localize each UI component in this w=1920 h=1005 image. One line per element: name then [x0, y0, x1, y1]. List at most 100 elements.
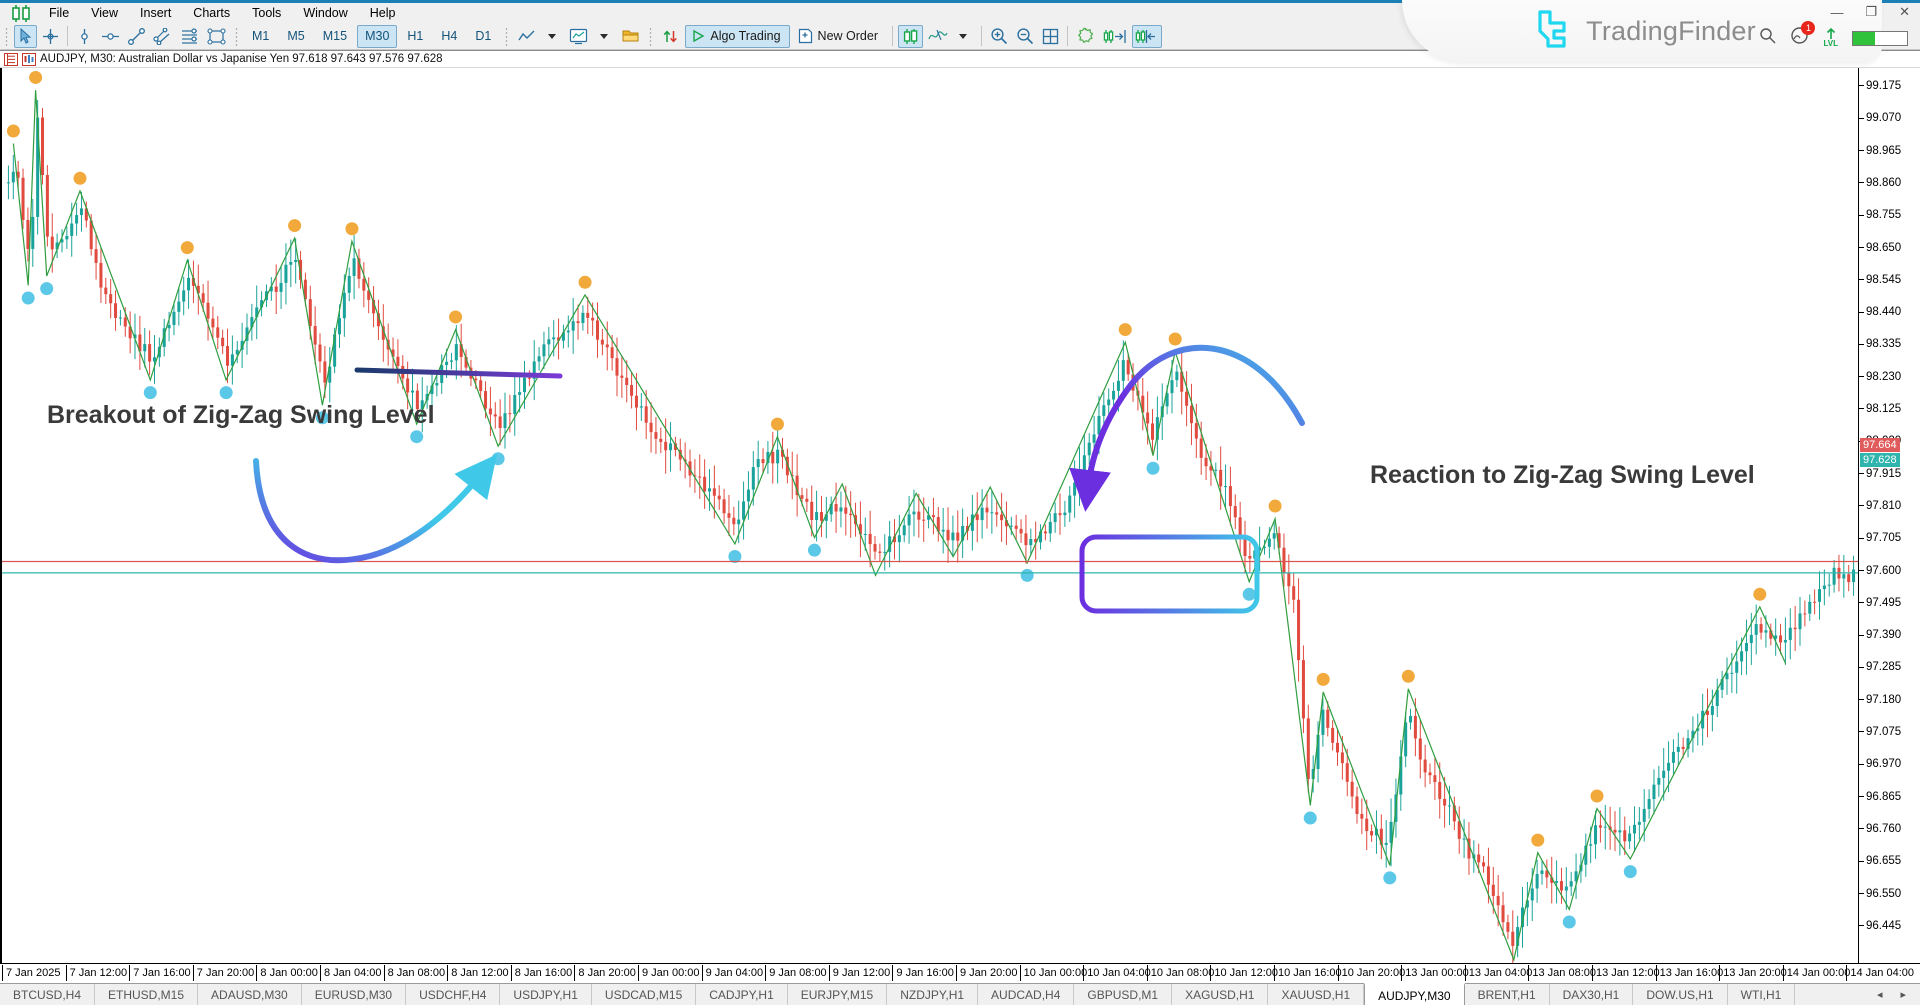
reaction-box — [1082, 537, 1257, 611]
chart-tab-dow-us-h1[interactable]: DOW.US,H1 — [1633, 984, 1727, 1005]
auto-scroll-button[interactable] — [1132, 25, 1162, 48]
algo-trading-button[interactable]: Algo Trading — [685, 25, 789, 48]
price-tick-label: 98.335 — [1866, 338, 1901, 350]
candlestick-chart-button[interactable] — [898, 25, 923, 48]
chart-tab-audcad-h4[interactable]: AUDCAD,H4 — [978, 984, 1074, 1005]
minimize-button[interactable]: — — [1830, 5, 1843, 20]
chart-tab-bar: BTCUSD,H4ETHUSD,M15ADAUSD,M30EURUSD,M30U… — [0, 983, 1920, 1005]
tab-scroll-left-button[interactable]: ◂ — [1877, 988, 1883, 1001]
time-tick: 13 Jan 12:00 — [1592, 965, 1660, 981]
chevron-down-icon — [600, 34, 608, 39]
trendline-tool[interactable] — [125, 25, 148, 48]
price-tick-label: 98.230 — [1866, 371, 1901, 383]
price-tick: 99.070 — [1859, 112, 1901, 124]
chart-tab-nzdjpy-h1[interactable]: NZDJPY,H1 — [887, 984, 978, 1005]
autotrading-arrows-button[interactable] — [658, 25, 683, 48]
cursor-tool[interactable] — [14, 25, 37, 48]
zigzag-high-pivot-dot — [1591, 789, 1604, 802]
price-tick-label: 96.970 — [1866, 758, 1901, 770]
timeframe-button-d1[interactable]: D1 — [467, 25, 499, 48]
chart-tab-cadjpy-h1[interactable]: CADJPY,H1 — [696, 984, 787, 1005]
timeframe-button-m1[interactable]: M1 — [244, 25, 277, 48]
chart-tab-dax30-h1[interactable]: DAX30,H1 — [1550, 984, 1634, 1005]
chart-tab-eurjpy-m15[interactable]: EURJPY,M15 — [788, 984, 887, 1005]
toolbar-grip-1[interactable] — [3, 26, 10, 47]
chart-tab-brent-h1[interactable]: BRENT,H1 — [1465, 984, 1550, 1005]
menu-item-file[interactable]: File — [38, 4, 80, 22]
chart-tab-usdcad-m15[interactable]: USDCAD,M15 — [592, 984, 696, 1005]
close-button[interactable]: ✕ — [1899, 4, 1910, 20]
time-tick: 14 Jan 00:00 — [1783, 965, 1851, 981]
chart-canvas[interactable]: Breakout of Zig-Zag Swing Level Reaction… — [0, 68, 1920, 963]
menu-item-tools[interactable]: Tools — [241, 4, 292, 22]
chart-tab-ethusd-m15[interactable]: ETHUSD,M15 — [95, 984, 198, 1005]
chart-tab-wti-h1[interactable]: WTI,H1 — [1728, 984, 1796, 1005]
line-chart-dropdown-caret[interactable] — [541, 25, 564, 48]
price-scale[interactable]: 99.17599.07098.96598.86098.75598.65098.5… — [1858, 68, 1920, 963]
timeframe-button-m15[interactable]: M15 — [315, 25, 355, 48]
expert-advisors-button[interactable] — [1073, 25, 1098, 48]
time-scale[interactable]: 7 Jan 20257 Jan 12:007 Jan 16:007 Jan 20… — [0, 963, 1920, 983]
chevron-down-icon — [548, 34, 556, 39]
zigzag-low-pivot-dot — [1243, 588, 1256, 601]
chart-tab-btcusd-h4[interactable]: BTCUSD,H4 — [0, 984, 95, 1005]
signal-level-label: LVL — [1823, 40, 1838, 48]
timeframe-button-m5[interactable]: M5 — [279, 25, 312, 48]
time-tick: 13 Jan 04:00 — [1465, 965, 1533, 981]
toolbar-grip-2[interactable] — [233, 26, 240, 47]
vertical-line-tool[interactable] — [73, 25, 96, 48]
search-icon[interactable] — [1759, 27, 1776, 49]
price-chart[interactable] — [2, 68, 1860, 963]
zoom-in-button[interactable] — [987, 25, 1011, 48]
price-tick: 97.705 — [1859, 532, 1901, 544]
grid-button[interactable] — [1039, 25, 1062, 48]
zigzag-low-pivot-dot — [40, 282, 53, 295]
equidistant-channel-tool[interactable] — [150, 25, 175, 48]
notification-icon[interactable]: 1 — [1790, 26, 1809, 50]
maximize-button[interactable]: ❐ — [1865, 4, 1877, 20]
tab-scroll-right-button[interactable]: ▸ — [1900, 988, 1906, 1001]
time-tick: 14 Jan 04:00 — [1846, 965, 1914, 981]
timeframe-button-h4[interactable]: H4 — [433, 25, 465, 48]
chart-tab-xauusd-h1[interactable]: XAUUSD,H1 — [1268, 984, 1364, 1005]
fibonacci-retracement-tool[interactable] — [177, 25, 202, 48]
timeframe-button-h1[interactable]: H1 — [399, 25, 431, 48]
horizontal-line-tool[interactable] — [98, 25, 123, 48]
price-tick: 96.550 — [1859, 888, 1901, 900]
toolbar-grip-4[interactable] — [647, 26, 654, 47]
timeframe-button-m30[interactable]: M30 — [357, 25, 397, 48]
chart-tab-usdchf-h4[interactable]: USDCHF,H4 — [406, 984, 500, 1005]
templates-button[interactable] — [566, 25, 591, 48]
new-order-button[interactable]: New Order — [792, 25, 887, 48]
chart-tab-adausd-m30[interactable]: ADAUSD,M30 — [198, 984, 302, 1005]
indicators-button[interactable] — [925, 25, 951, 48]
line-chart-button[interactable] — [514, 25, 539, 48]
indicators-dropdown-caret[interactable] — [953, 25, 976, 48]
shapes-tool[interactable] — [204, 25, 229, 48]
menu-item-help[interactable]: Help — [359, 4, 407, 22]
menu-item-insert[interactable]: Insert — [129, 4, 182, 22]
crosshair-tool[interactable] — [39, 25, 62, 48]
open-folder-button[interactable] — [618, 25, 643, 48]
zigzag-low-pivot-dot — [1624, 865, 1637, 878]
zigzag-low-pivot-dot — [808, 544, 821, 557]
zigzag-high-pivot-dot — [288, 219, 301, 232]
chart-shift-button[interactable] — [1100, 25, 1130, 48]
chart-tab-xagusd-h1[interactable]: XAGUSD,H1 — [1172, 984, 1268, 1005]
chart-tab-eurusd-m30[interactable]: EURUSD,M30 — [302, 984, 406, 1005]
data-window-icon[interactable] — [4, 53, 18, 66]
time-tick: 10 Jan 04:00 — [1083, 965, 1151, 981]
price-tick-label: 97.390 — [1866, 629, 1901, 641]
menu-item-charts[interactable]: Charts — [182, 4, 241, 22]
menu-item-window[interactable]: Window — [292, 4, 358, 22]
chart-tab-gbpusd-m1[interactable]: GBPUSD,M1 — [1074, 984, 1172, 1005]
chart-tab-usdjpy-h1[interactable]: USDJPY,H1 — [500, 984, 591, 1005]
zoom-out-button[interactable] — [1013, 25, 1037, 48]
price-tick: 96.865 — [1859, 791, 1901, 803]
price-tick: 96.970 — [1859, 758, 1901, 770]
chart-properties-icon[interactable] — [22, 53, 36, 66]
toolbar-grip-3[interactable] — [503, 26, 510, 47]
menu-item-view[interactable]: View — [80, 4, 129, 22]
chart-tab-audjpy-m30[interactable]: AUDJPY,M30 — [1364, 983, 1464, 1005]
templates-dropdown-caret[interactable] — [593, 25, 616, 48]
